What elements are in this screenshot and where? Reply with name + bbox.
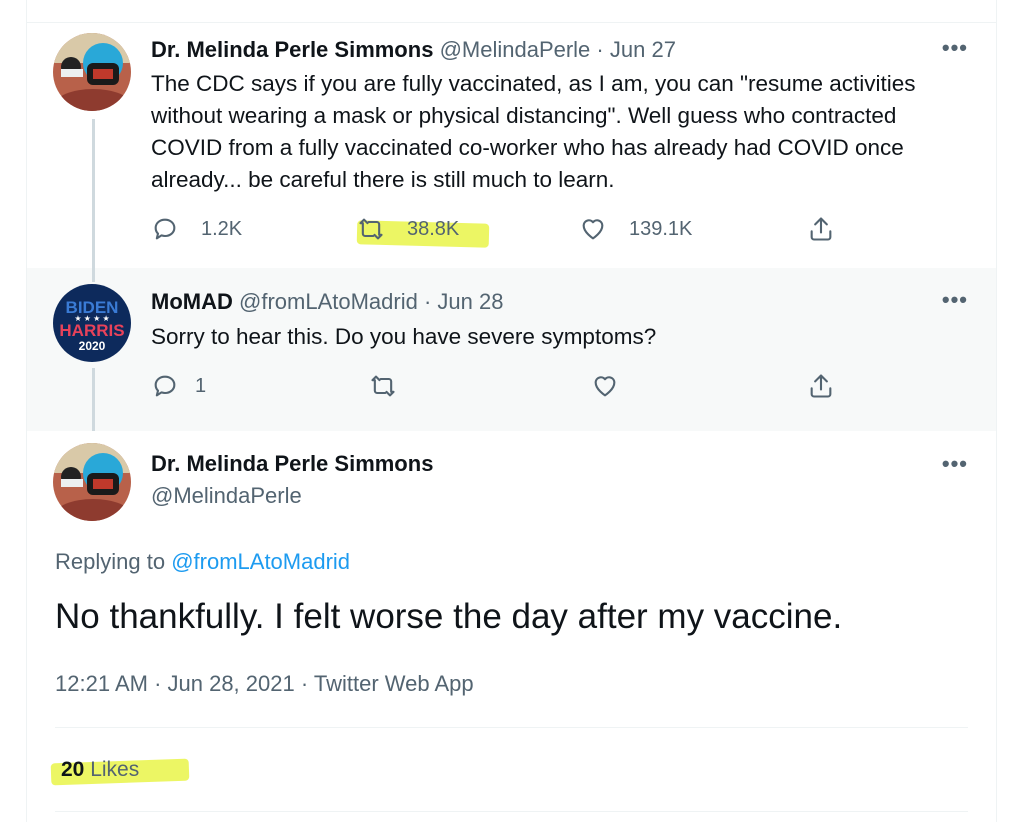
tweet-text: The CDC says if you are fully vaccinated… [151,71,916,192]
reply-button[interactable]: 1 [151,372,206,400]
tweet-date[interactable]: Jun 27 [610,37,676,62]
reply-button[interactable]: 1.2K [151,215,242,243]
avatar-melinda[interactable] [53,33,131,111]
display-name-text: Dr. Melinda Perle Simmons [151,451,434,476]
tweet-original[interactable]: Dr. Melinda Perle Simmons @MelindaPerle … [27,23,996,268]
avatar-text-year: 2020 [79,339,106,353]
divider [55,727,968,728]
avatar-momad[interactable]: BIDEN ★ ★ ★ ★ HARRIS 2020 [53,284,131,362]
user-handle[interactable]: @MelindaPerle [151,483,302,509]
display-name[interactable]: Dr. Melinda Perle Simmons [151,37,433,62]
like-button[interactable] [591,372,619,400]
retweet-icon [371,375,395,397]
share-button[interactable] [807,215,835,243]
share-icon [810,217,832,241]
retweet-count: 38.8K [407,217,460,240]
tweet-date[interactable]: Jun 28 [437,289,503,314]
like-count: 139.1K [629,217,693,240]
share-button[interactable] [807,372,835,400]
likes-number: 20 [61,758,85,781]
user-handle[interactable]: @fromLAtoMadrid [239,289,418,314]
replying-to-link[interactable]: @fromLAtoMadrid [171,549,350,574]
share-icon [810,374,832,398]
reply-icon [154,218,176,240]
likes-count-link[interactable]: 20 Likes [61,758,139,782]
like-icon [594,376,616,397]
reply-count: 1.2K [201,217,243,240]
more-options-icon[interactable]: ••• [942,35,968,61]
tweet-thread: Dr. Melinda Perle Simmons @MelindaPerle … [26,0,997,822]
avatar-melinda[interactable] [53,443,131,521]
divider [55,811,968,812]
user-handle[interactable]: @MelindaPerle [440,37,591,62]
thread-connector [92,119,95,268]
like-icon [582,219,604,240]
thread-connector [92,368,95,431]
tweet-text: Sorry to hear this. Do you have severe s… [151,324,657,349]
more-options-icon[interactable]: ••• [942,287,968,313]
retweet-button[interactable] [369,372,397,400]
tweet-focused: Dr. Melinda Perle Simmons @MelindaPerle … [27,431,996,822]
display-name[interactable]: MoMAD [151,289,233,314]
thread-connector-top [92,268,95,282]
retweet-icon [359,218,383,240]
more-options-icon[interactable]: ••• [942,451,968,477]
retweet-button[interactable]: 38.8K [357,215,459,243]
tweet-timestamp[interactable]: 12:21 AM · Jun 28, 2021 · Twitter Web Ap… [55,671,474,697]
reply-icon [154,375,176,397]
tweet-header: Dr. Melinda Perle Simmons @MelindaPerle … [151,37,676,62]
display-name[interactable]: Dr. Melinda Perle Simmons [151,451,433,477]
tweet-actions: 1 [151,372,851,406]
replying-to: Replying to @fromLAtoMadrid [55,549,350,575]
reply-count: 1 [195,374,207,397]
tweet-reply[interactable]: BIDEN ★ ★ ★ ★ HARRIS 2020 MoMAD @fromLAt… [27,268,996,431]
like-button[interactable]: 139.1K [579,215,692,243]
replying-prefix: Replying to [55,549,166,574]
tweet-header: MoMAD @fromLAtoMadrid · Jun 28 [151,289,504,314]
likes-label: Likes [90,758,140,781]
tweet-text: No thankfully. I felt worse the day afte… [55,597,843,636]
tweet-actions: 1.2K 38.8K 139.1K [151,215,851,249]
avatar-text-harris: HARRIS [59,321,124,340]
